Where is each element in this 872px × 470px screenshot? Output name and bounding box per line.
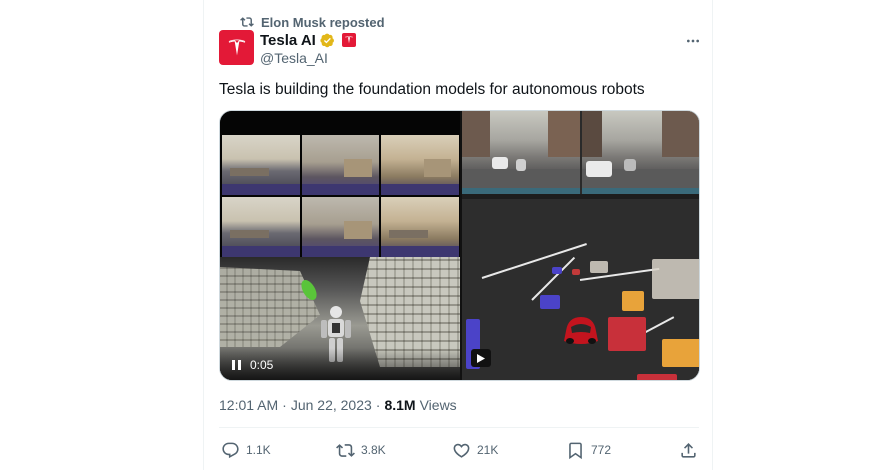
birds-eye-occupancy-view bbox=[462, 199, 699, 380]
camera-feed bbox=[301, 135, 380, 195]
repost-count: 3.8K bbox=[361, 443, 386, 457]
reply-icon bbox=[222, 442, 239, 458]
video-timestamp: 0:05 bbox=[250, 358, 274, 372]
reply-button[interactable]: 1.1K bbox=[221, 437, 271, 463]
affiliate-badge[interactable] bbox=[341, 33, 356, 47]
divider bbox=[219, 427, 699, 428]
repost-context[interactable]: Elon Musk reposted bbox=[240, 13, 385, 31]
action-bar: 1.1K 3.8K 21K 772 bbox=[219, 437, 701, 463]
verified-badge-icon bbox=[320, 33, 334, 47]
repost-label: Elon Musk reposted bbox=[261, 14, 385, 30]
share-button[interactable] bbox=[679, 437, 698, 463]
camera-grid bbox=[222, 135, 459, 257]
tweet-time[interactable]: 12:01 AM bbox=[219, 397, 278, 413]
author-handle[interactable]: @Tesla_AI bbox=[260, 50, 328, 66]
repost-button[interactable]: 3.8K bbox=[336, 437, 386, 463]
side-camera-feed bbox=[582, 111, 699, 194]
author-name[interactable]: Tesla AI bbox=[260, 31, 356, 49]
reply-count: 1.1K bbox=[246, 443, 271, 457]
play-button[interactable] bbox=[471, 349, 491, 367]
like-button[interactable]: 21K bbox=[452, 437, 498, 463]
more-icon bbox=[687, 39, 699, 43]
views-count: 8.1M bbox=[384, 397, 416, 413]
bookmark-count: 772 bbox=[591, 443, 612, 457]
views-label: Views bbox=[419, 397, 457, 413]
tesla-logo-icon bbox=[345, 36, 353, 44]
video-player[interactable]: 0:05 bbox=[219, 110, 700, 381]
camera-feed bbox=[222, 197, 300, 257]
author-display-name: Tesla AI bbox=[260, 31, 316, 49]
ego-vehicle-icon bbox=[564, 317, 598, 344]
front-camera-feed bbox=[462, 111, 580, 194]
camera-feed bbox=[381, 135, 459, 195]
meta-separator: · bbox=[282, 397, 287, 413]
tesla-logo-icon bbox=[228, 38, 245, 55]
heart-icon bbox=[453, 443, 470, 458]
more-button[interactable] bbox=[682, 32, 704, 50]
bookmark-button[interactable]: 772 bbox=[566, 437, 611, 463]
tweet-column: Elon Musk reposted Tesla AI @Tesla_AI Te… bbox=[203, 0, 713, 470]
tweet-metadata: 12:01 AM · Jun 22, 2023 · 8.1M Views bbox=[219, 397, 457, 413]
avatar[interactable] bbox=[219, 30, 254, 65]
video-right-panel bbox=[462, 111, 699, 380]
pause-icon[interactable] bbox=[232, 359, 244, 371]
tweet-text: Tesla is building the foundation models … bbox=[219, 81, 645, 98]
repost-icon bbox=[240, 17, 254, 27]
video-controls: 0:05 bbox=[220, 348, 460, 380]
bookmark-icon bbox=[569, 442, 582, 459]
tweet-date[interactable]: Jun 22, 2023 bbox=[291, 397, 372, 413]
camera-feed bbox=[222, 135, 300, 195]
video-left-panel: 0:05 bbox=[220, 111, 460, 380]
play-icon bbox=[477, 353, 485, 363]
camera-feed bbox=[381, 197, 459, 257]
camera-feed bbox=[301, 197, 380, 257]
share-icon bbox=[681, 442, 696, 458]
meta-dot: · bbox=[375, 397, 381, 413]
like-count: 21K bbox=[477, 443, 499, 457]
repost-icon bbox=[336, 443, 355, 457]
